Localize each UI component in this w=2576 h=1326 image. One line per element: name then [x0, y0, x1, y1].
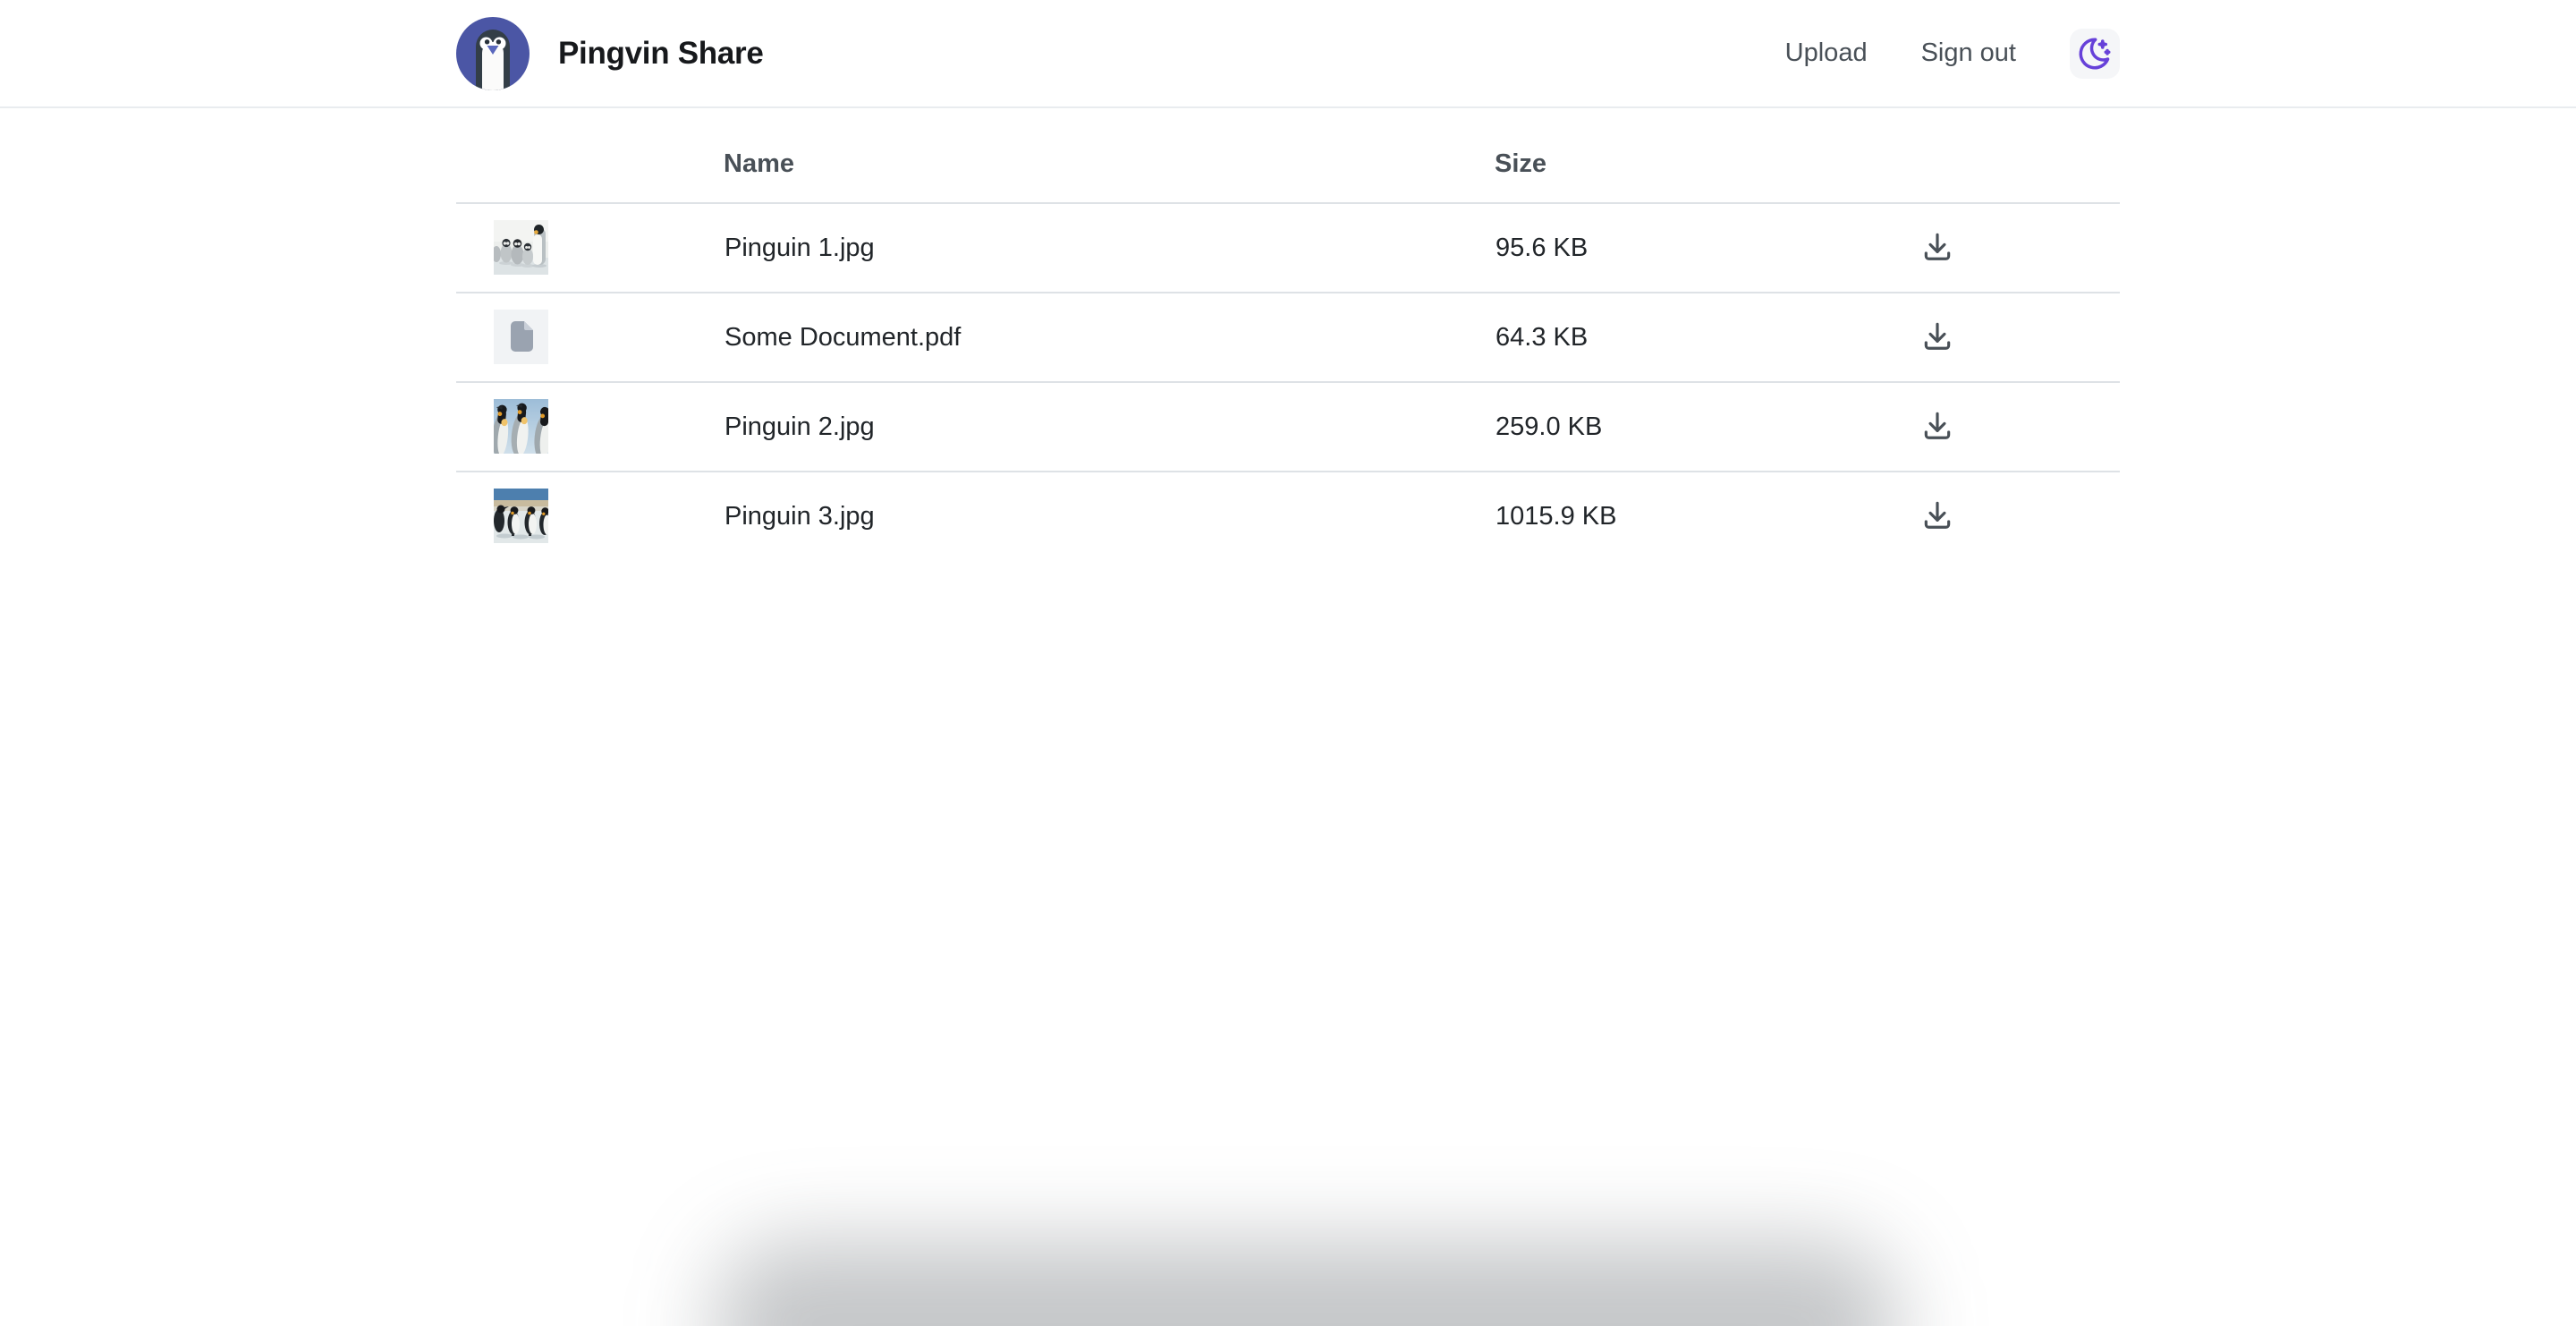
table-row: Pinguin 1.jpg 95.6 KB [456, 203, 2120, 293]
nav-sign-out-link[interactable]: Sign out [1921, 38, 2016, 68]
column-header-size: Size [1495, 108, 1755, 203]
file-size: 1015.9 KB [1496, 502, 1616, 531]
app-header: Pingvin Share Upload Sign out [0, 0, 2576, 108]
file-size: 95.6 KB [1496, 234, 1588, 262]
pingvin-logo-icon [456, 17, 530, 90]
page: Pingvin Share Upload Sign out [0, 0, 2576, 1326]
brand[interactable]: Pingvin Share [456, 17, 764, 90]
document-file-icon-thumbnail[interactable] [494, 310, 548, 364]
table-row: Pinguin 2.jpg 259.0 KB [456, 382, 2120, 472]
penguin-photo-1-thumbnail[interactable] [494, 220, 548, 275]
download-button[interactable] [1917, 315, 1958, 356]
file-table: Name Size Pinguin 1.jpg 95.6 KB [456, 108, 2120, 560]
moon-stars-icon [2076, 35, 2114, 72]
table-row: Pinguin 3.jpg 1015.9 KB [456, 472, 2120, 560]
theme-toggle-button[interactable] [2070, 29, 2120, 79]
file-name: Some Document.pdf [724, 323, 961, 352]
download-button[interactable] [1917, 494, 1958, 535]
download-button[interactable] [1917, 225, 1958, 267]
column-header-name: Name [724, 108, 1495, 203]
file-size: 64.3 KB [1496, 323, 1588, 352]
app-title: Pingvin Share [558, 36, 764, 72]
header-nav: Upload Sign out [1785, 29, 2120, 79]
dock-shadow [716, 1241, 1896, 1326]
column-header-thumbnail [456, 108, 724, 203]
penguin-photo-2-thumbnail[interactable] [494, 399, 548, 454]
header-inner: Pingvin Share Upload Sign out [456, 0, 2120, 106]
table-row: Some Document.pdf 64.3 KB [456, 293, 2120, 382]
download-icon [1920, 319, 1954, 353]
table-header-row: Name Size [456, 108, 2120, 203]
penguin-photo-3-thumbnail[interactable] [494, 489, 548, 543]
download-icon [1920, 497, 1954, 531]
download-button[interactable] [1917, 404, 1958, 446]
file-name: Pinguin 3.jpg [724, 502, 875, 531]
nav-upload-link[interactable]: Upload [1785, 38, 1868, 68]
column-header-action [1755, 108, 2120, 203]
file-size: 259.0 KB [1496, 412, 1602, 441]
download-icon [1920, 229, 1954, 263]
file-name: Pinguin 2.jpg [724, 412, 875, 441]
share-content: Name Size Pinguin 1.jpg 95.6 KB [456, 108, 2120, 560]
download-icon [1920, 408, 1954, 442]
file-name: Pinguin 1.jpg [724, 234, 875, 262]
